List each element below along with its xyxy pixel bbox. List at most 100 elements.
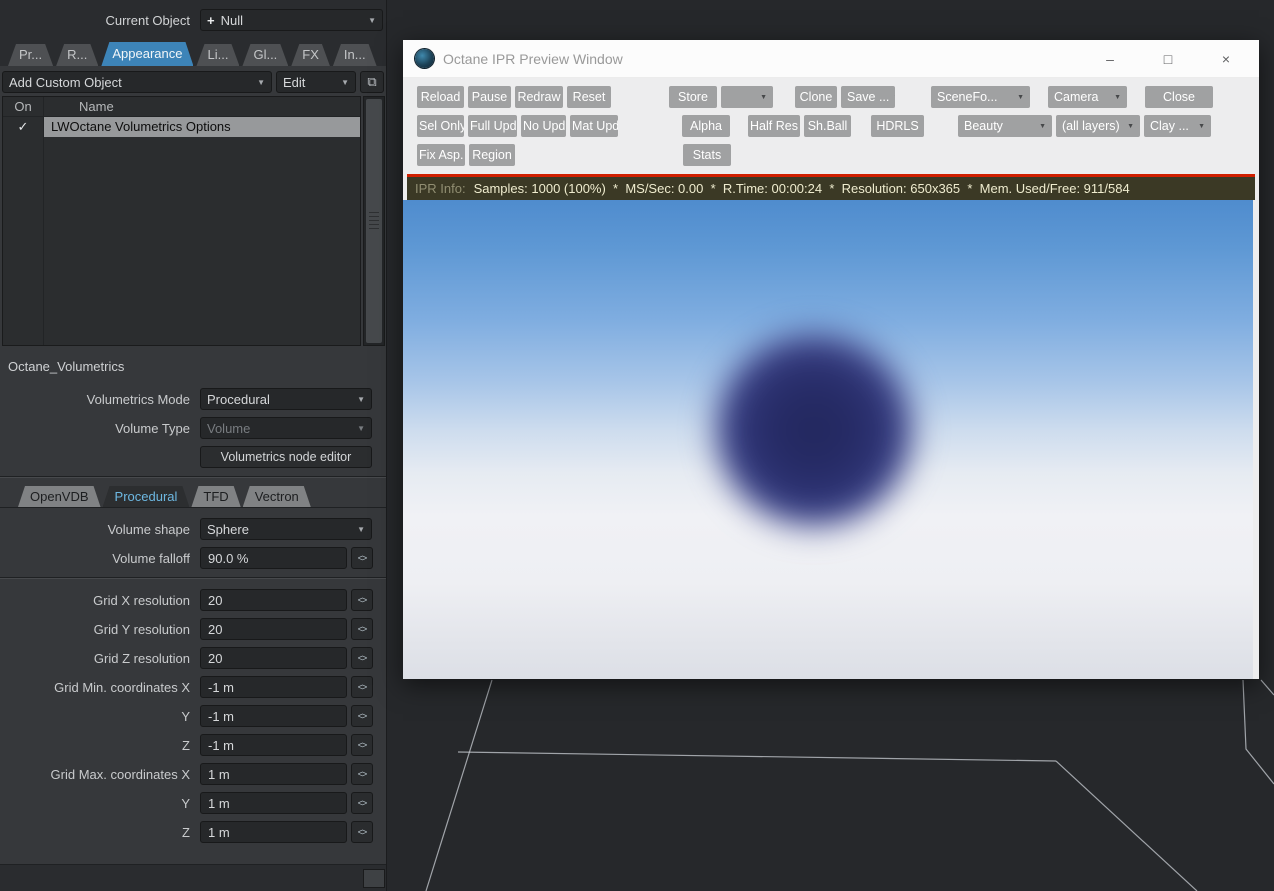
store-options-dropdown[interactable]: ▼ bbox=[721, 86, 773, 108]
add-custom-object-dropdown[interactable]: Add Custom Object ▼ bbox=[2, 71, 272, 93]
no-update-button[interactable]: No Upd. bbox=[521, 115, 566, 137]
tab-in[interactable]: In... bbox=[333, 44, 377, 66]
list-scrollbar[interactable] bbox=[363, 96, 385, 346]
tab-li[interactable]: Li... bbox=[196, 44, 239, 66]
envelope-button[interactable]: <> bbox=[351, 792, 373, 814]
octane-ipr-window: Octane IPR Preview Window – □ × Reload P… bbox=[403, 40, 1259, 679]
volume-sphere bbox=[682, 300, 946, 559]
stats-button[interactable]: Stats bbox=[683, 144, 731, 166]
grid-z-resolution-input[interactable] bbox=[200, 647, 347, 669]
grid-x-resolution-input[interactable] bbox=[200, 589, 347, 611]
chevron-down-icon: ▼ bbox=[893, 94, 895, 101]
scroll-corner[interactable] bbox=[363, 868, 385, 888]
section-title: Octane_Volumetrics bbox=[8, 359, 125, 374]
envelope-button[interactable]: <> bbox=[351, 647, 373, 669]
volume-type-dropdown[interactable]: Volume ▼ bbox=[200, 417, 372, 439]
grid-y-resolution-input[interactable] bbox=[200, 618, 347, 640]
close-button[interactable]: Close bbox=[1145, 86, 1213, 108]
grid-min-y-input[interactable] bbox=[200, 705, 347, 727]
volume-shape-dropdown[interactable]: Sphere ▼ bbox=[200, 518, 372, 540]
volumetrics-mode-dropdown[interactable]: Procedural ▼ bbox=[200, 388, 372, 410]
minimize-button[interactable]: – bbox=[1103, 51, 1117, 67]
envelope-button[interactable]: <> bbox=[351, 821, 373, 843]
grid-max-y-input[interactable] bbox=[200, 792, 347, 814]
chevron-down-icon: ▼ bbox=[357, 524, 365, 534]
full-update-button[interactable]: Full Upd. bbox=[468, 115, 517, 137]
tab-fx[interactable]: FX bbox=[291, 44, 330, 66]
dropdown-value: Clay ... bbox=[1150, 119, 1189, 133]
window-titlebar[interactable]: Octane IPR Preview Window – □ × bbox=[403, 40, 1259, 78]
close-icon[interactable]: × bbox=[1219, 51, 1233, 67]
volumetrics-node-editor-button[interactable]: Volumetrics node editor bbox=[200, 446, 372, 468]
octane-logo bbox=[415, 49, 434, 68]
dropdown-value: Add Custom Object bbox=[9, 74, 122, 90]
field-label: Volume Type bbox=[115, 420, 190, 436]
current-object-label: Current Object bbox=[105, 12, 190, 28]
envelope-button[interactable]: <> bbox=[351, 705, 373, 727]
clay-mode-dropdown[interactable]: Clay ... ▼ bbox=[1144, 115, 1211, 137]
check-icon[interactable]: ✓ bbox=[3, 119, 43, 135]
sceneformat-dropdown[interactable]: SceneFo... ▼ bbox=[931, 86, 1030, 108]
grid-min-z-input[interactable] bbox=[200, 734, 347, 756]
tab-r[interactable]: R... bbox=[56, 44, 98, 66]
half-res-button[interactable]: Half Res bbox=[748, 115, 800, 137]
redraw-button[interactable]: Redraw bbox=[515, 86, 563, 108]
field-label: Volumetrics Mode bbox=[86, 391, 190, 407]
sel-only-button[interactable]: Sel Only bbox=[417, 115, 464, 137]
chevron-down-icon: ▼ bbox=[1198, 122, 1205, 130]
field-label: Grid Z resolution bbox=[93, 650, 190, 666]
panel-header: Current Object + Null ▼ Pr... R... Appea… bbox=[0, 0, 386, 66]
dropdown-value: Camera bbox=[1054, 90, 1099, 104]
tab-tfd[interactable]: TFD bbox=[191, 486, 240, 507]
tab-pr[interactable]: Pr... bbox=[8, 44, 53, 66]
maximize-button[interactable]: □ bbox=[1161, 51, 1175, 67]
list-item-label[interactable]: LWOctane Volumetrics Options bbox=[43, 117, 360, 137]
field-label: Z bbox=[182, 737, 190, 753]
pause-button[interactable]: Pause bbox=[468, 86, 511, 108]
custom-object-list: On Name ✓ LWOctane Volumetrics Options bbox=[2, 96, 361, 346]
envelope-button[interactable]: <> bbox=[351, 734, 373, 756]
ipr-info-label: IPR Info: bbox=[415, 181, 466, 196]
scrollbar-thumb[interactable] bbox=[366, 99, 382, 343]
chevron-down-icon: ▼ bbox=[1017, 93, 1024, 101]
envelope-button[interactable]: <> bbox=[351, 763, 373, 785]
dropdown-value: Beauty bbox=[964, 119, 1003, 133]
fix-aspect-button[interactable]: Fix Asp. bbox=[417, 144, 465, 166]
region-button[interactable]: Region bbox=[469, 144, 515, 166]
mat-update-button[interactable]: Mat Upd bbox=[570, 115, 618, 137]
field-label: Grid Max. coordinates X bbox=[50, 766, 190, 782]
edit-dropdown[interactable]: Edit ▼ bbox=[276, 71, 356, 93]
clipboard-icon[interactable]: ⧉ bbox=[360, 71, 384, 93]
store-button[interactable]: Store bbox=[669, 86, 717, 108]
save-dropdown[interactable]: Save ... ▼ bbox=[841, 86, 895, 108]
envelope-button[interactable]: <> bbox=[351, 618, 373, 640]
envelope-button[interactable]: <> bbox=[351, 547, 373, 569]
dropdown-value: SceneFo... bbox=[937, 90, 998, 104]
camera-dropdown[interactable]: Camera ▼ bbox=[1048, 86, 1127, 108]
grid-max-z-input[interactable] bbox=[200, 821, 347, 843]
tab-openvdb[interactable]: OpenVDB bbox=[18, 486, 101, 507]
grid-min-x-input[interactable] bbox=[200, 676, 347, 698]
reload-button[interactable]: Reload bbox=[417, 86, 464, 108]
clone-button[interactable]: Clone bbox=[795, 86, 837, 108]
hdrls-button[interactable]: HDRLS bbox=[871, 115, 924, 137]
dropdown-value: Save ... bbox=[847, 90, 890, 104]
render-pass-dropdown[interactable]: Beauty ▼ bbox=[958, 115, 1052, 137]
envelope-button[interactable]: <> bbox=[351, 589, 373, 611]
current-object-dropdown[interactable]: + Null ▼ bbox=[200, 9, 383, 31]
volume-falloff-input[interactable] bbox=[200, 547, 347, 569]
grid-max-x-input[interactable] bbox=[200, 763, 347, 785]
envelope-button[interactable]: <> bbox=[351, 676, 373, 698]
divider bbox=[0, 577, 386, 579]
tab-gl[interactable]: Gl... bbox=[242, 44, 288, 66]
field-label: Grid X resolution bbox=[93, 592, 190, 608]
shaderball-button[interactable]: Sh.Ball bbox=[804, 115, 851, 137]
list-item[interactable]: ✓ LWOctane Volumetrics Options bbox=[3, 117, 360, 137]
reset-button[interactable]: Reset bbox=[567, 86, 611, 108]
tab-vectron[interactable]: Vectron bbox=[243, 486, 311, 507]
ipr-toolbar: Reload Pause Redraw Reset Store ▼ Clone … bbox=[403, 78, 1259, 174]
layers-dropdown[interactable]: (all layers) ▼ bbox=[1056, 115, 1140, 137]
alpha-button[interactable]: Alpha bbox=[682, 115, 730, 137]
tab-procedural[interactable]: Procedural bbox=[103, 486, 190, 507]
tab-appearance[interactable]: Appearance bbox=[101, 42, 193, 66]
